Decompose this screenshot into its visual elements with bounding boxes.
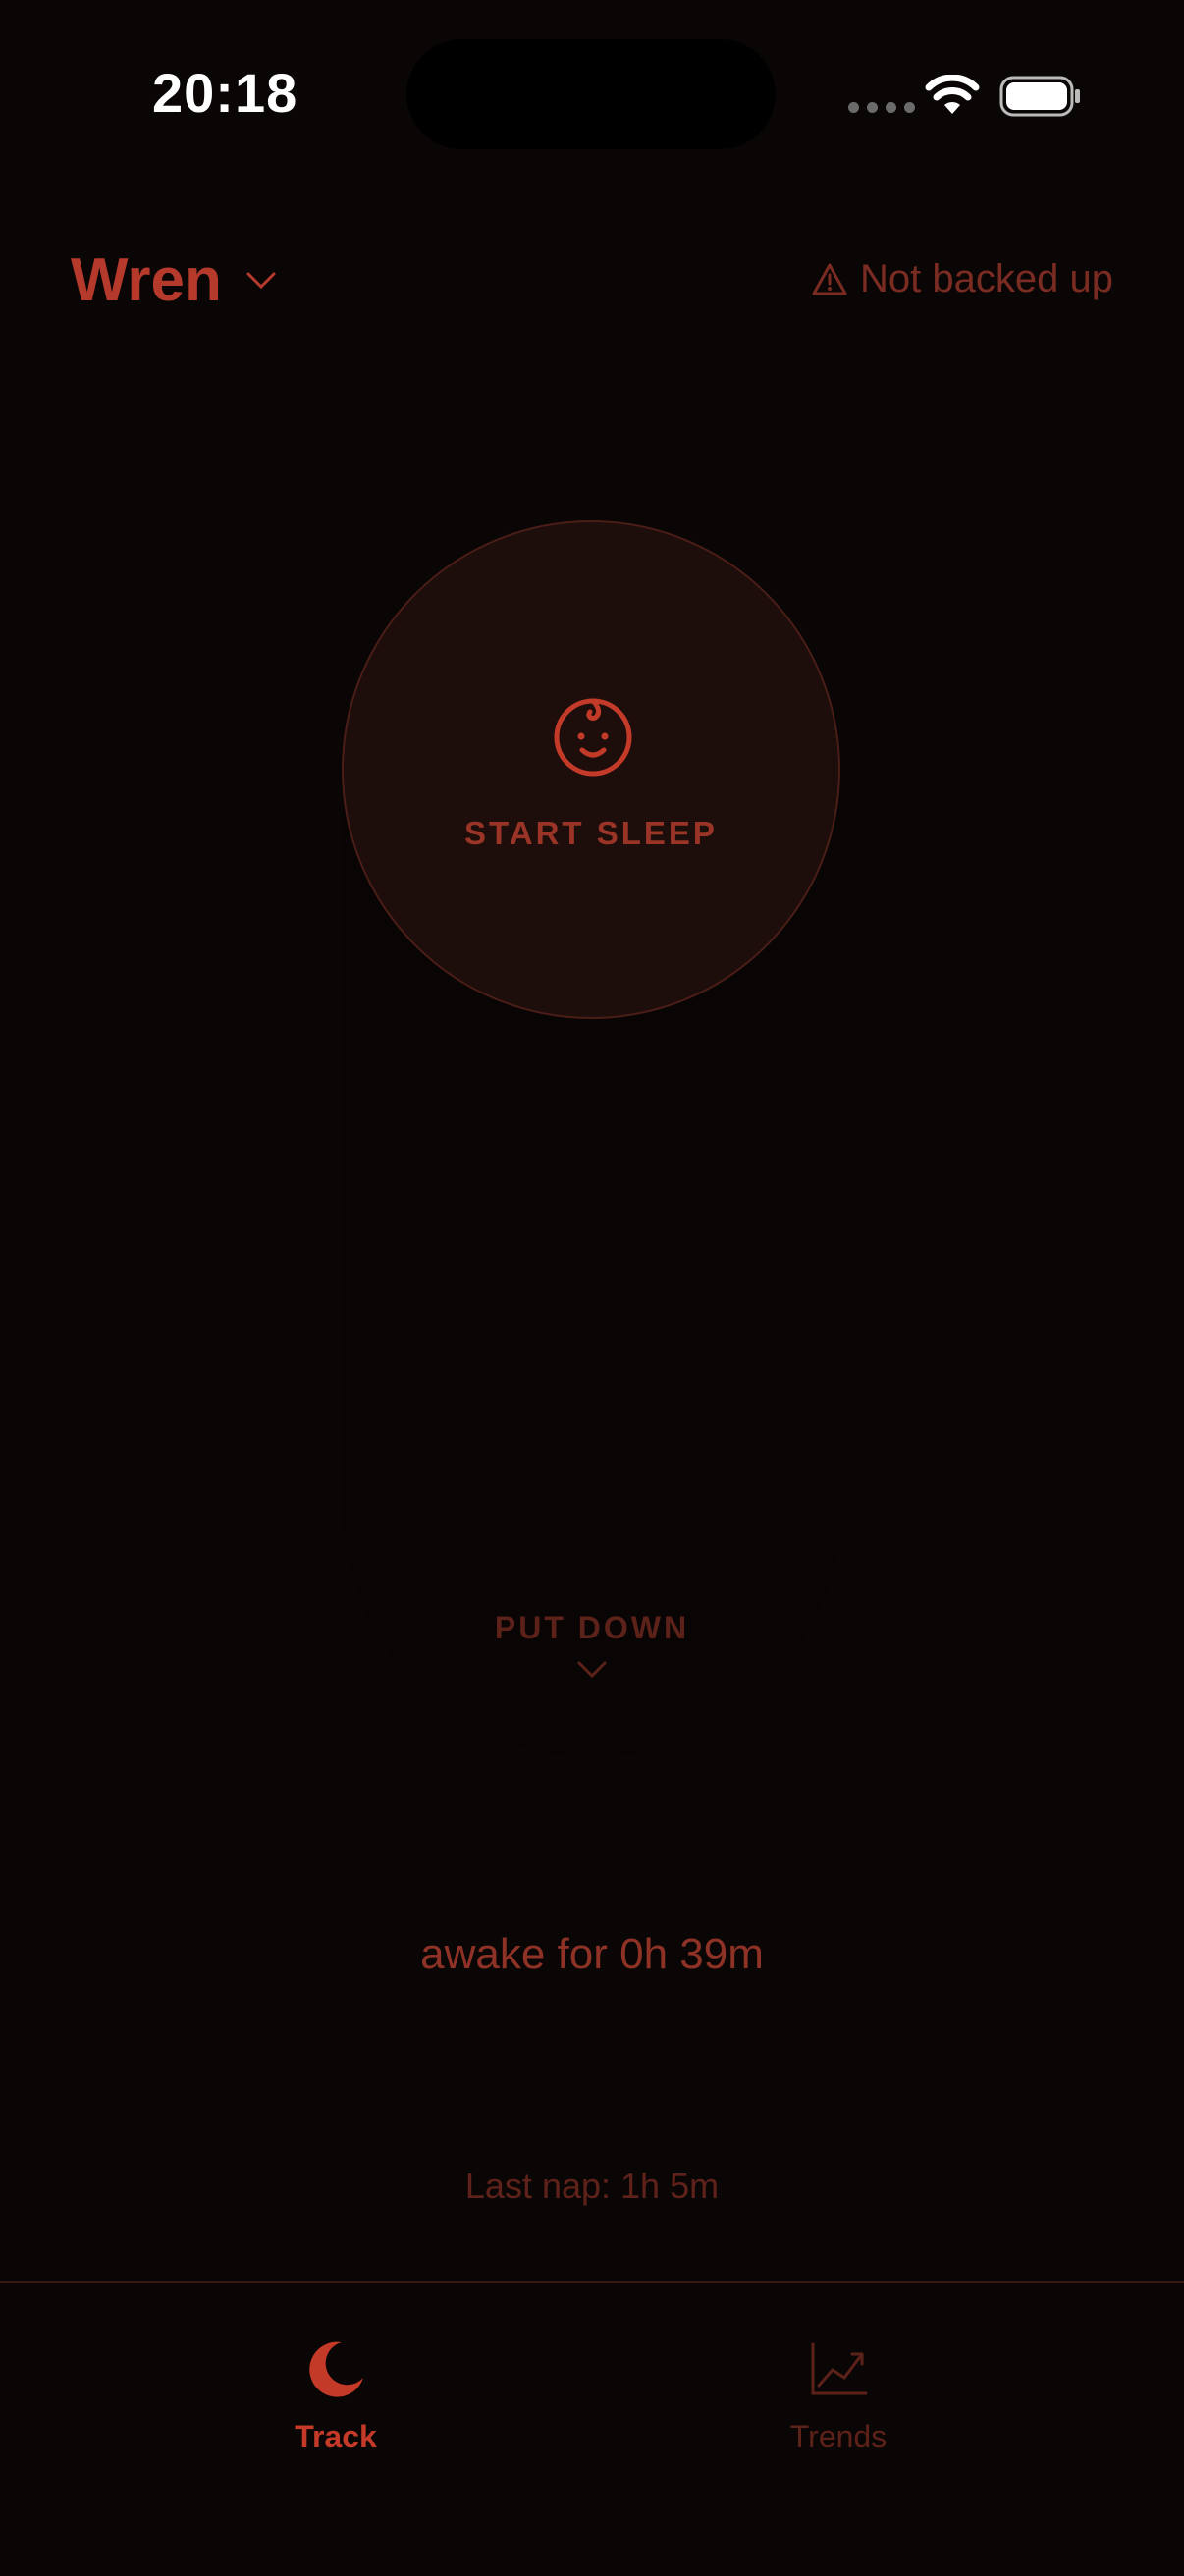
- backup-status-label: Not backed up: [860, 257, 1113, 300]
- baby-face-icon: [554, 698, 632, 777]
- status-bar: 20:18: [0, 0, 1184, 196]
- chart-icon: [811, 2342, 868, 2395]
- header: Wren Not backed up: [0, 236, 1184, 334]
- moon-icon: [309, 2341, 363, 2397]
- status-time: 20:18: [152, 62, 298, 124]
- child-name: Wren: [71, 246, 222, 314]
- last-nap: Last nap: 1h 5m: [464, 2166, 720, 2206]
- child-selector[interactable]: Wren: [71, 245, 277, 315]
- awake-duration: awake for 0h 39m: [420, 1930, 764, 1978]
- put-down-label: PUT DOWN: [494, 1610, 690, 1645]
- cellular-signal-icon: [848, 102, 915, 113]
- warning-icon: [812, 263, 847, 295]
- tab-track[interactable]: Track: [218, 2338, 454, 2455]
- wifi-icon: [925, 75, 980, 114]
- backup-status[interactable]: Not backed up: [811, 257, 1113, 301]
- battery-icon: [999, 76, 1080, 117]
- start-sleep-label: START SLEEP: [464, 815, 718, 851]
- tab-trends-label: Trends: [789, 2419, 888, 2454]
- tab-trends[interactable]: Trends: [721, 2338, 956, 2455]
- tab-track-label: Track: [295, 2419, 377, 2454]
- dynamic-island: [406, 39, 776, 149]
- start-sleep-button[interactable]: START SLEEP: [342, 520, 840, 1019]
- put-down-control[interactable]: PUT DOWN: [343, 1610, 841, 1680]
- chevron-down-icon: [577, 1661, 607, 1679]
- tab-bar: Track Trends: [0, 2281, 1184, 2576]
- chevron-down-icon: [246, 272, 276, 289]
